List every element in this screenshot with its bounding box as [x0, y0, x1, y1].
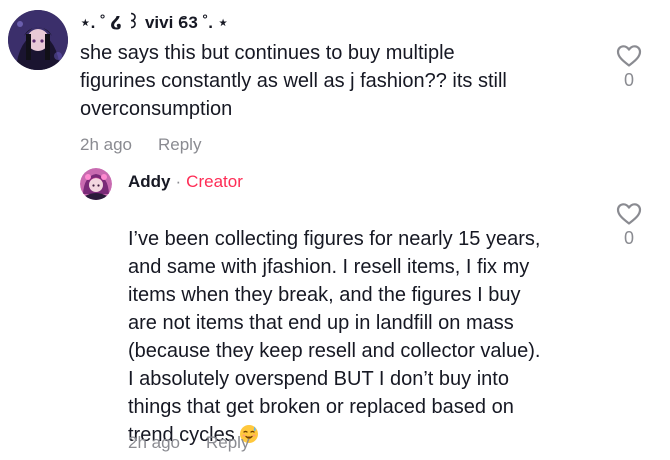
separator-dot: ·	[175, 172, 182, 191]
reply-avatar[interactable]	[80, 168, 112, 200]
reply-username[interactable]: Addy	[128, 172, 171, 191]
reply-timestamp: 2h ago	[128, 433, 180, 452]
comment-like[interactable]: 0	[614, 44, 644, 91]
reply-like[interactable]: 0	[614, 202, 644, 249]
heart-icon[interactable]	[616, 202, 642, 226]
comment-reply-button[interactable]: Reply	[158, 135, 201, 155]
comment-like-count: 0	[623, 70, 634, 90]
reply-text-block: I’ve been collecting figures for nearly …	[128, 197, 608, 449]
reply-reply-button[interactable]: Reply	[206, 433, 249, 453]
commenter-avatar[interactable]	[8, 10, 68, 70]
reply-like-count: 0	[623, 228, 634, 248]
comment-timestamp: 2h ago	[80, 135, 132, 154]
heart-icon[interactable]	[616, 44, 642, 68]
comment-item: ⋆. ˚ ໒ ꒱ vivi ϐ3 ˚. ⋆ she says this but …	[0, 0, 670, 160]
creator-badge: Creator	[186, 172, 243, 191]
reply-username-line: Addy · Creator	[128, 172, 243, 192]
avatar-image	[8, 10, 68, 70]
comment-username[interactable]: ⋆. ˚ ໒ ꒱ vivi ϐ3 ˚. ⋆	[80, 11, 228, 33]
reply-meta: 2h ago Reply	[128, 433, 249, 453]
comment-text: she says this but continues to buy multi…	[80, 42, 507, 120]
reply-item: Addy · Creator I’ve been collecting figure…	[0, 160, 670, 460]
avatar-image	[80, 168, 112, 200]
comment-meta: 2h ago Reply	[80, 135, 201, 155]
reply-text: I’ve been collecting figures for nearly …	[128, 228, 541, 446]
